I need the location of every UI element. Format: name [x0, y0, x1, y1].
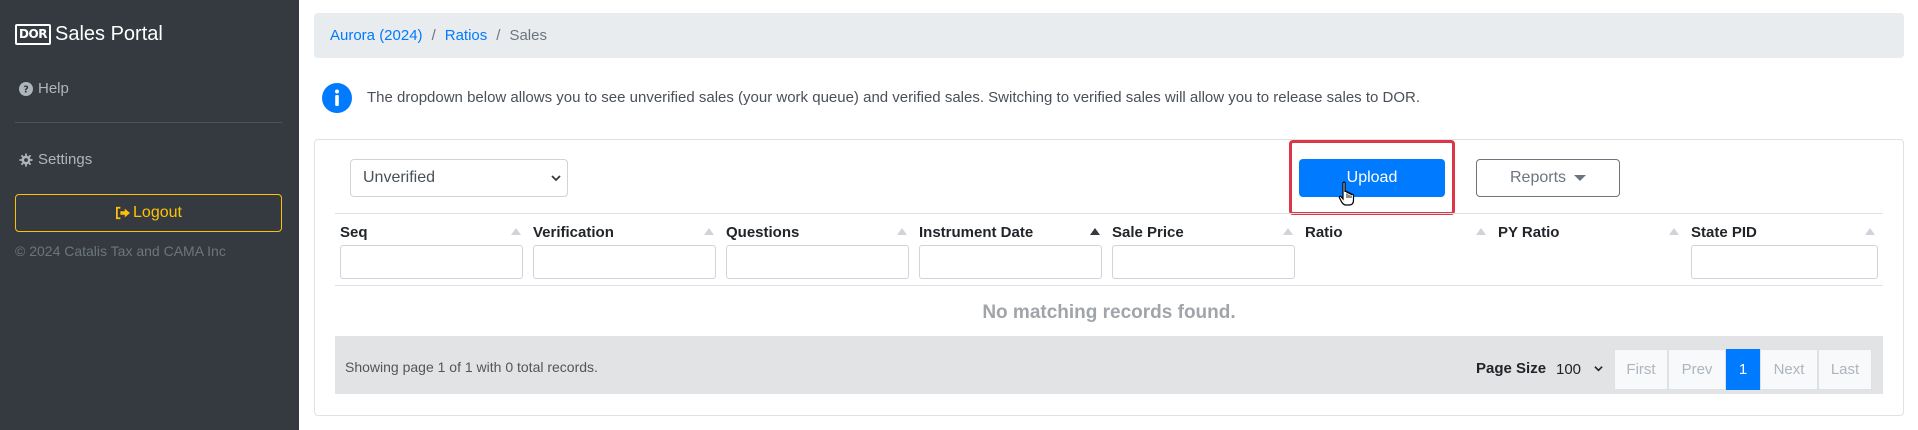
pager-page-1-button[interactable]: 1 — [1726, 349, 1760, 390]
column-header-state-pid[interactable]: State PID — [1691, 224, 1757, 244]
question-circle-icon: ? — [19, 81, 33, 96]
records-summary: Showing page 1 of 1 with 0 total records… — [345, 359, 598, 375]
sale-price-filter-input[interactable] — [1112, 245, 1295, 279]
column-header-ratio[interactable]: Ratio — [1305, 224, 1343, 244]
filter-selected-value: Unverified — [363, 169, 436, 186]
sidebar-item-help[interactable]: ? Help — [19, 80, 69, 97]
pager-prev-button[interactable]: Prev — [1668, 349, 1726, 390]
dor-logo: DOR — [15, 23, 51, 45]
seq-filter-input[interactable] — [340, 245, 523, 279]
table-body-border — [335, 285, 1883, 286]
sign-out-icon — [116, 206, 131, 220]
table-header-border — [335, 213, 1883, 214]
hand-pointer-icon — [1338, 181, 1355, 206]
breadcrumb-separator: / — [496, 27, 501, 44]
column-header-py-ratio[interactable]: PY Ratio — [1498, 224, 1559, 244]
sort-icon[interactable] — [511, 227, 521, 235]
verification-filter-select[interactable]: Unverified — [350, 159, 568, 197]
brand-title: Sales Portal — [55, 22, 163, 45]
breadcrumb: Aurora (2024) / Ratios / Sales — [314, 13, 1904, 58]
upload-button[interactable]: Upload — [1299, 159, 1445, 197]
breadcrumb-item-aurora[interactable]: Aurora (2024) — [330, 27, 423, 44]
sort-icon[interactable] — [1865, 227, 1875, 235]
chevron-down-icon — [1594, 366, 1603, 372]
sort-icon[interactable] — [704, 227, 714, 235]
breadcrumb-item-sales: Sales — [509, 27, 547, 44]
sidebar-item-label: Settings — [38, 151, 93, 168]
column-header-questions[interactable]: Questions — [726, 224, 799, 244]
logout-label: Logout — [133, 204, 182, 221]
svg-text:?: ? — [23, 84, 29, 95]
brand[interactable]: DOR Sales Portal — [15, 20, 163, 48]
column-header-sale-price[interactable]: Sale Price — [1112, 224, 1184, 244]
sort-icon[interactable] — [1669, 227, 1679, 235]
sidebar-divider — [15, 122, 282, 123]
instrument-date-filter-input[interactable] — [919, 245, 1102, 279]
page-size-label: Page Size — [1476, 360, 1547, 377]
sort-icon-active[interactable] — [1090, 227, 1100, 235]
page-size-select[interactable]: 100 — [1553, 356, 1605, 382]
sidebar: DOR Sales Portal ? Help Settings Logout … — [0, 0, 299, 430]
info-circle-icon — [322, 83, 352, 113]
column-header-verification[interactable]: Verification — [533, 224, 614, 244]
state-pid-filter-input[interactable] — [1691, 245, 1878, 279]
breadcrumb-separator: / — [431, 27, 436, 44]
reports-dropdown-button[interactable]: Reports — [1476, 159, 1620, 197]
copyright: © 2024 Catalis Tax and CAMA Inc — [15, 243, 226, 259]
chevron-down-icon — [551, 175, 561, 182]
column-header-instrument-date[interactable]: Instrument Date — [919, 224, 1033, 244]
logout-button[interactable]: Logout — [15, 194, 282, 232]
sort-icon[interactable] — [897, 227, 907, 235]
info-message: The dropdown below allows you to see unv… — [367, 89, 1421, 106]
verification-filter-input[interactable] — [533, 245, 716, 279]
questions-filter-input[interactable] — [726, 245, 909, 279]
reports-label: Reports — [1509, 169, 1567, 186]
sort-icon[interactable] — [1283, 227, 1293, 235]
column-header-seq[interactable]: Seq — [340, 224, 368, 244]
breadcrumb-item-ratios[interactable]: Ratios — [445, 27, 488, 44]
empty-table-message: No matching records found. — [982, 302, 1236, 323]
page-size-value: 100 — [1556, 360, 1582, 378]
sort-icon[interactable] — [1476, 227, 1486, 235]
sidebar-item-settings[interactable]: Settings — [19, 151, 92, 168]
gear-icon — [19, 152, 33, 167]
pager-next-button[interactable]: Next — [1760, 349, 1818, 390]
sidebar-item-label: Help — [38, 80, 69, 97]
pager-first-button[interactable]: First — [1614, 349, 1668, 390]
caret-down-icon — [1574, 175, 1587, 181]
pager-last-button[interactable]: Last — [1818, 349, 1872, 390]
